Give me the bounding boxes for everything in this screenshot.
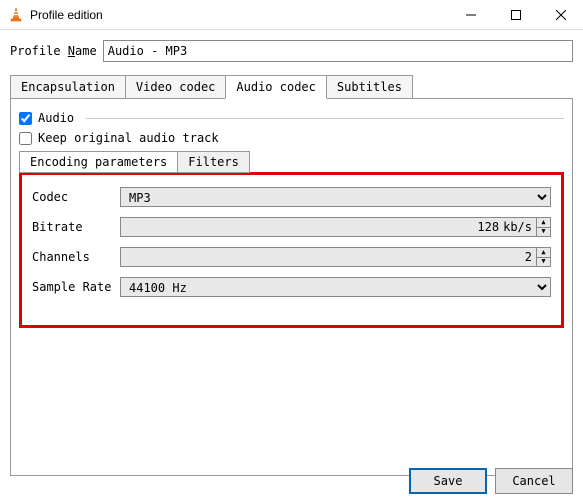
channels-spin-up-icon[interactable]: ▲ xyxy=(537,248,550,258)
main-tabstrip: Encapsulation Video codec Audio codec Su… xyxy=(10,75,573,99)
tab-subtitles[interactable]: Subtitles xyxy=(326,75,413,99)
subtab-filters[interactable]: Filters xyxy=(177,151,250,173)
keep-original-row: Keep original audio track xyxy=(19,131,564,145)
audio-checkbox-label: Audio xyxy=(38,111,74,125)
tab-video-codec[interactable]: Video codec xyxy=(125,75,226,99)
dialog-footer: Save Cancel xyxy=(409,468,573,494)
codec-select[interactable]: MP3 xyxy=(120,187,551,207)
close-button[interactable] xyxy=(538,0,583,30)
tab-audio-codec[interactable]: Audio codec xyxy=(225,75,326,99)
profile-name-input[interactable] xyxy=(103,40,573,62)
cancel-button[interactable]: Cancel xyxy=(495,468,573,494)
bitrate-spin-up-icon[interactable]: ▲ xyxy=(537,218,550,228)
encoding-parameters-panel: Codec MP3 Bitrate kb/s ▲ xyxy=(19,172,564,328)
titlebar: Profile edition xyxy=(0,0,583,30)
samplerate-label: Sample Rate xyxy=(32,280,112,294)
channels-spinbox[interactable]: ▲ ▼ xyxy=(120,247,551,267)
audio-checkbox-row: Audio xyxy=(19,111,564,125)
save-button[interactable]: Save xyxy=(409,468,487,494)
bitrate-input[interactable] xyxy=(121,218,503,236)
sub-tabstrip: Encoding parameters Filters xyxy=(19,151,564,173)
bitrate-unit: kb/s xyxy=(503,218,536,236)
profile-name-row: Profile Name xyxy=(10,40,573,62)
keep-original-label: Keep original audio track xyxy=(38,131,219,145)
profile-name-label: Profile Name xyxy=(10,44,97,58)
audio-checkbox[interactable] xyxy=(19,112,32,125)
maximize-button[interactable] xyxy=(493,0,538,30)
bitrate-spinbox[interactable]: kb/s ▲ ▼ xyxy=(120,217,551,237)
window-title: Profile edition xyxy=(30,8,448,22)
bitrate-spin-down-icon[interactable]: ▼ xyxy=(537,228,550,237)
minimize-button[interactable] xyxy=(448,0,493,30)
channels-input[interactable] xyxy=(121,248,536,266)
bitrate-label: Bitrate xyxy=(32,220,112,234)
vlc-cone-icon xyxy=(8,7,24,23)
tab-encapsulation[interactable]: Encapsulation xyxy=(10,75,126,99)
channels-label: Channels xyxy=(32,250,112,264)
codec-label: Codec xyxy=(32,190,112,204)
samplerate-select[interactable]: 44100 Hz xyxy=(120,277,551,297)
keep-original-checkbox[interactable] xyxy=(19,132,32,145)
channels-spin-down-icon[interactable]: ▼ xyxy=(537,258,550,267)
subtab-encoding-parameters[interactable]: Encoding parameters xyxy=(19,151,178,173)
